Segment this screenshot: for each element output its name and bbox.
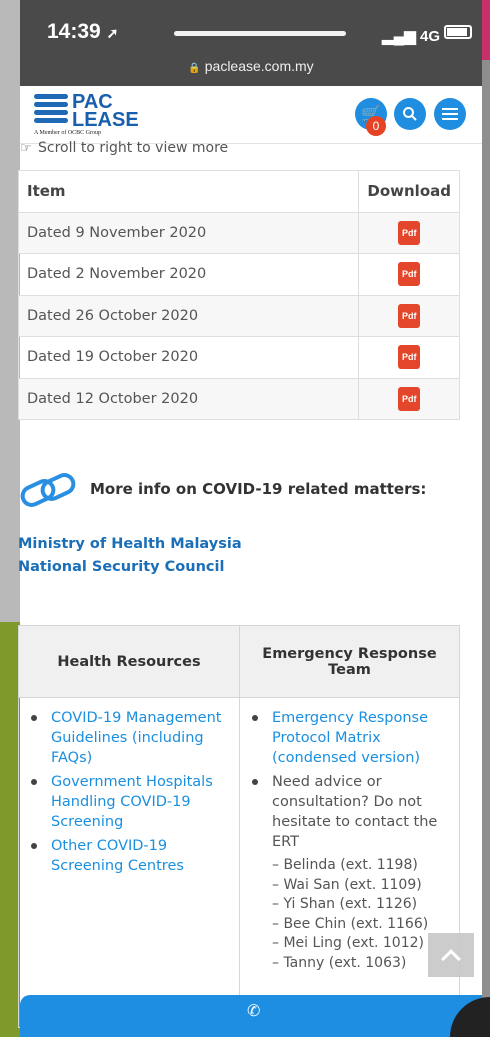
list-item: Other COVID-19 Screening Centres bbox=[25, 836, 233, 876]
address-bar[interactable]: 🔒 paclease.com.my bbox=[20, 58, 482, 86]
pdf-icon[interactable]: Pdf bbox=[398, 303, 421, 328]
item-cell: Dated 9 November 2020 bbox=[17, 211, 360, 254]
list-item: Emergency Response Protocol Matrix (cond… bbox=[246, 708, 453, 768]
contact-entry: – Belinda (ext. 1198) bbox=[272, 857, 418, 873]
ministry-of-health-link[interactable]: Ministry of Health Malaysia bbox=[18, 536, 242, 552]
battery-icon bbox=[444, 25, 472, 39]
pdf-icon[interactable]: Pdf bbox=[398, 262, 421, 287]
downloads-table: Item Download Dated 9 November 2020 Pdf … bbox=[17, 170, 460, 420]
ert-advice-text: Need advice or consultation? Do not hesi… bbox=[272, 774, 438, 850]
contact-entry: – Tanny (ext. 1063) bbox=[272, 954, 407, 971]
emergency-response-header: Emergency Response Team bbox=[239, 625, 460, 698]
list-item: Government Hospitals Handling COVID-19 S… bbox=[25, 772, 233, 832]
download-cell: Pdf bbox=[358, 336, 460, 379]
table-row: Dated 19 October 2020 Pdf bbox=[17, 336, 460, 379]
contact-entry: – Yi Shan (ext. 1126) bbox=[272, 896, 418, 912]
item-cell: Dated 26 October 2020 bbox=[17, 294, 360, 337]
hand-point-right-icon: ☞ bbox=[20, 141, 32, 156]
chevron-up-icon bbox=[441, 949, 461, 969]
scroll-hint: ☞ Scroll to right to view more bbox=[20, 140, 229, 156]
menu-icon bbox=[442, 108, 458, 120]
table-row: Dated 12 October 2020 Pdf bbox=[17, 377, 460, 420]
ert-list: Emergency Response Protocol Matrix (cond… bbox=[246, 708, 453, 852]
health-resources-list: COVID-19 Management Guidelines (includin… bbox=[25, 708, 233, 876]
ert-protocol-matrix-link[interactable]: Emergency Response Protocol Matrix (cond… bbox=[272, 710, 428, 766]
table-header-row: Item Download bbox=[17, 170, 460, 213]
table-row: Dated 26 October 2020 Pdf bbox=[17, 294, 460, 337]
status-time: 14:39 ➚ bbox=[47, 20, 119, 43]
cart-count-badge: 0 bbox=[366, 116, 386, 136]
download-cell: Pdf bbox=[358, 253, 460, 296]
link-icon bbox=[20, 473, 76, 507]
pac-lease-logo[interactable]: PAC LEASE A Member of OCBC Group bbox=[34, 92, 164, 138]
signal-indicator: ▂▄▆ 4G bbox=[382, 28, 440, 45]
government-hospitals-link[interactable]: Government Hospitals Handling COVID-19 S… bbox=[51, 774, 213, 830]
logo-waves-icon bbox=[34, 94, 68, 124]
emergency-response-cell: Emergency Response Protocol Matrix (cond… bbox=[239, 697, 460, 1028]
resources-row: COVID-19 Management Guidelines (includin… bbox=[18, 697, 460, 1028]
location-arrow-icon: ➚ bbox=[106, 25, 119, 41]
resources-header-row: Health Resources Emergency Response Team bbox=[18, 625, 460, 698]
covid-guidelines-link[interactable]: COVID-19 Management Guidelines (includin… bbox=[51, 710, 221, 766]
phone-icon: ✆ bbox=[247, 1001, 261, 1020]
column-header-download: Download bbox=[358, 170, 460, 213]
call-bar[interactable]: ✆ bbox=[20, 995, 482, 1037]
search-icon bbox=[403, 107, 417, 121]
contact-entry: – Mei Ling (ext. 1012) bbox=[272, 935, 424, 951]
site-header: PAC LEASE A Member of OCBC Group 🛒 0 bbox=[20, 86, 482, 144]
item-cell: Dated 2 November 2020 bbox=[17, 253, 360, 296]
list-item: COVID-19 Management Guidelines (includin… bbox=[25, 708, 233, 768]
covid-info-heading: More info on COVID-19 related matters: bbox=[90, 480, 427, 498]
table-row: Dated 9 November 2020 Pdf bbox=[17, 211, 460, 254]
download-cell: Pdf bbox=[358, 377, 460, 420]
download-cell: Pdf bbox=[358, 211, 460, 254]
national-security-council-link[interactable]: National Security Council bbox=[18, 559, 224, 575]
status-bar: 14:39 ➚ ▂▄▆ 4G bbox=[20, 0, 482, 58]
lock-icon: 🔒 bbox=[188, 63, 201, 74]
contact-entry: – Bee Chin (ext. 1166) bbox=[272, 915, 429, 932]
resources-table: Health Resources Emergency Response Team… bbox=[18, 625, 460, 1028]
contact-entry: – Wai San (ext. 1109) bbox=[272, 876, 422, 893]
logo-tagline: A Member of OCBC Group bbox=[34, 130, 101, 136]
scroll-to-top-button[interactable] bbox=[428, 933, 474, 977]
column-header-item: Item bbox=[17, 170, 360, 213]
pdf-icon[interactable]: Pdf bbox=[398, 386, 421, 411]
pdf-icon[interactable]: Pdf bbox=[398, 345, 421, 370]
list-item: Need advice or consultation? Do not hesi… bbox=[246, 772, 453, 852]
health-resources-header: Health Resources bbox=[18, 625, 240, 698]
download-cell: Pdf bbox=[358, 294, 460, 337]
table-row: Dated 2 November 2020 Pdf bbox=[17, 253, 460, 296]
search-button[interactable] bbox=[394, 98, 426, 130]
home-indicator[interactable] bbox=[174, 31, 346, 36]
item-cell: Dated 12 October 2020 bbox=[17, 377, 360, 420]
signal-icon: ▂▄▆ bbox=[382, 28, 416, 45]
logo-text-line2: LEASE bbox=[72, 109, 139, 131]
menu-button[interactable] bbox=[434, 98, 466, 130]
screening-centres-link[interactable]: Other COVID-19 Screening Centres bbox=[51, 838, 184, 874]
pdf-icon[interactable]: Pdf bbox=[398, 220, 421, 245]
health-resources-cell: COVID-19 Management Guidelines (includin… bbox=[18, 697, 240, 1028]
url-text: paclease.com.my bbox=[204, 58, 314, 74]
item-cell: Dated 19 October 2020 bbox=[17, 336, 360, 379]
